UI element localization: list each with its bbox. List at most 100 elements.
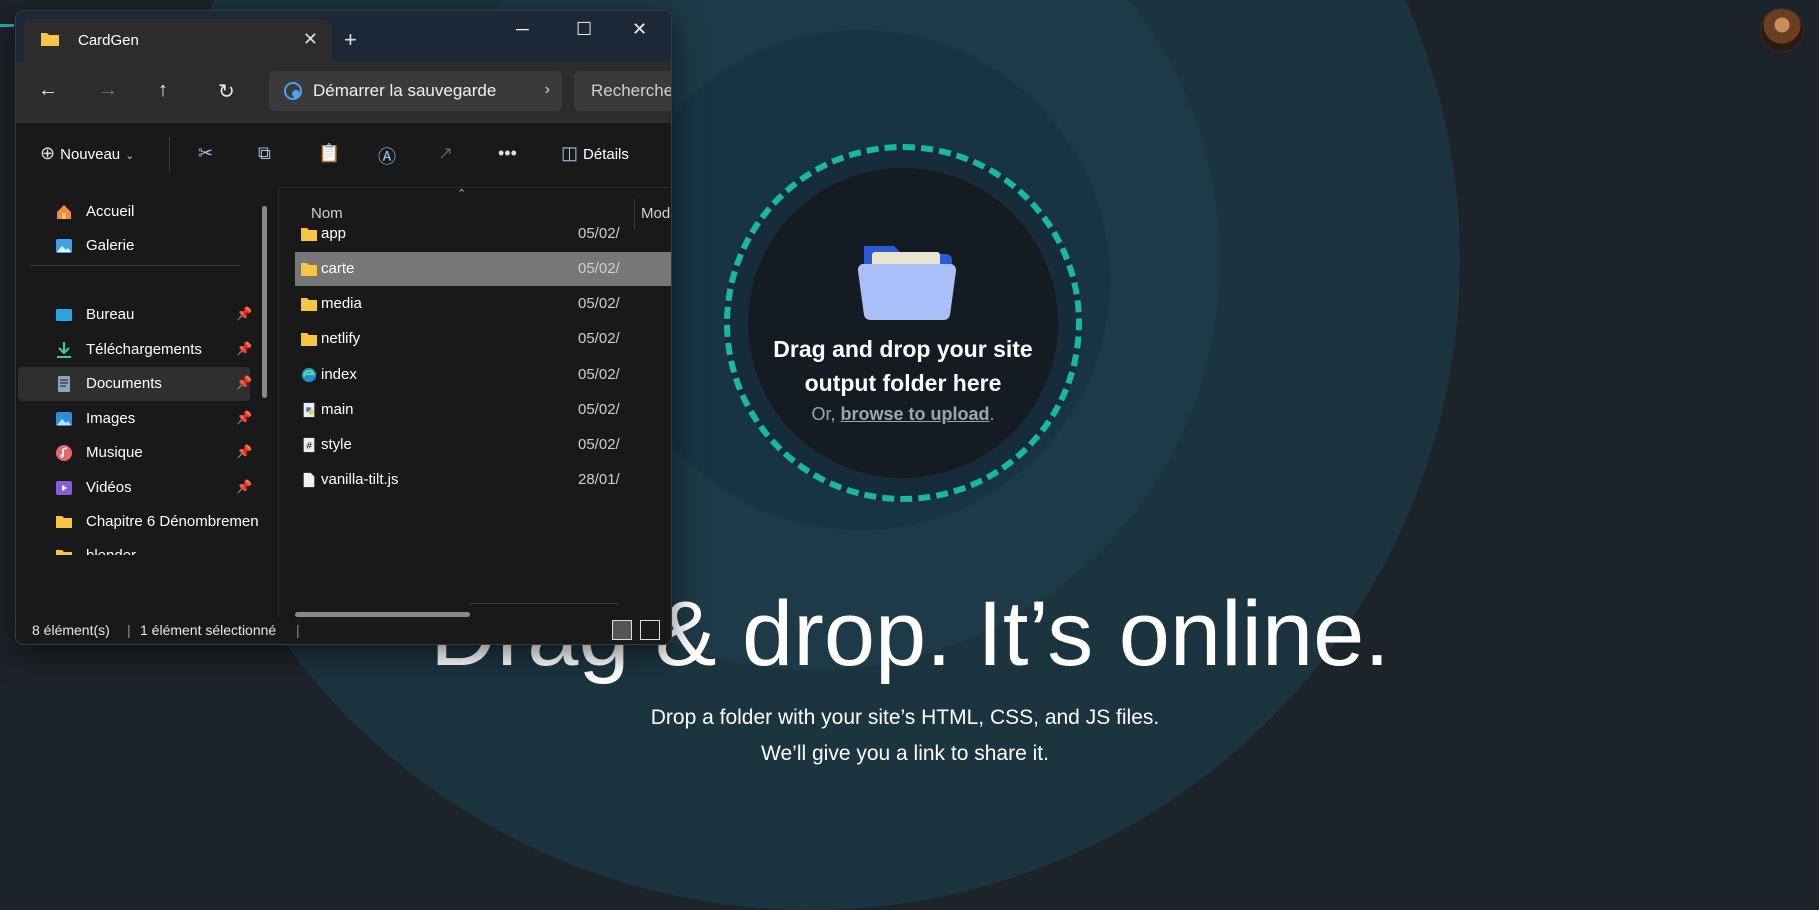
sidebar-item-label: Bureau xyxy=(86,306,135,323)
file-row-app[interactable]: app 05/02/ xyxy=(295,217,671,251)
new-tab-button[interactable]: + xyxy=(344,27,357,53)
home-icon xyxy=(57,205,71,219)
sidebar-item-label: Documents xyxy=(86,375,162,392)
command-toolbar: ⊕ Nouveau ⌄ ✂ ⧉ 📋 Ⓐ ↗ ••• ◫ Détails xyxy=(16,123,671,188)
file-list: Nom ⌃ Modifi app 05/02/ carte 05/02/ med… xyxy=(279,187,671,617)
pin-icon[interactable]: 📌 xyxy=(236,410,252,426)
documents-icon xyxy=(58,376,70,392)
sidebar-item-label: Téléchargements xyxy=(86,341,202,358)
sidebar-item-label: Musique xyxy=(86,444,143,461)
sidebar-item-images[interactable]: Images 📌 xyxy=(18,402,252,436)
details-button[interactable]: ◫ Détails xyxy=(561,143,629,164)
status-divider: | xyxy=(127,622,131,638)
desktop-icon xyxy=(56,309,72,321)
file-row-vanilla-tilt[interactable]: vanilla-tilt.js 28/01/ xyxy=(295,463,671,497)
period-text: . xyxy=(989,404,995,424)
rename-icon[interactable]: Ⓐ xyxy=(378,143,396,169)
sidebar-item-blender[interactable]: blender xyxy=(18,539,250,555)
sidebar-item-telechargements[interactable]: Téléchargements 📌 xyxy=(18,333,252,367)
drop-zone-inner: Drag and drop your site output folder he… xyxy=(748,168,1058,478)
details-button-label: Détails xyxy=(583,146,629,163)
hero-subtitle-line1: Drop a folder with your site’s HTML, CSS… xyxy=(650,706,1160,729)
sidebar-item-documents[interactable]: Documents 📌 xyxy=(18,367,252,401)
folder-icon xyxy=(301,298,317,311)
hero-subtitle: Drop a folder with your site’s HTML, CSS… xyxy=(560,700,1250,772)
file-date: 05/02/ xyxy=(578,295,620,312)
sidebar-item-bureau[interactable]: Bureau 📌 xyxy=(18,298,252,332)
folder-icon xyxy=(301,333,317,346)
minimize-button[interactable]: ─ xyxy=(516,19,529,40)
file-row-media[interactable]: media 05/02/ xyxy=(295,287,671,321)
file-date: 05/02/ xyxy=(578,436,620,453)
cut-icon[interactable]: ✂ xyxy=(198,143,213,164)
file-date: 05/02/ xyxy=(578,225,620,242)
sidebar-item-musique[interactable]: Musique 📌 xyxy=(18,436,252,470)
close-button[interactable]: ✕ xyxy=(632,19,647,40)
sidebar-item-label: Vidéos xyxy=(86,479,132,496)
new-button-label: Nouveau xyxy=(60,146,121,163)
folder-icon xyxy=(41,33,59,46)
pin-icon[interactable]: 📌 xyxy=(236,479,252,495)
status-bar: 8 élément(s) | 1 élément sélectionné | xyxy=(16,617,671,644)
sort-ascending-icon: ⌃ xyxy=(457,188,467,200)
maximize-button[interactable]: ☐ xyxy=(576,19,592,40)
drop-zone-title-line2: output folder here xyxy=(804,370,1002,396)
tab-close-icon[interactable]: ✕ xyxy=(303,29,318,50)
file-date: 05/02/ xyxy=(578,260,620,277)
sidebar-item-videos[interactable]: Vidéos 📌 xyxy=(18,471,252,505)
address-bar[interactable]: Démarrer la sauvegarde › xyxy=(269,71,562,111)
up-arrow-icon[interactable]: ↑ xyxy=(158,79,168,102)
search-box[interactable]: Rechercher d xyxy=(574,71,672,111)
file-name: vanilla-tilt.js xyxy=(321,471,399,488)
pin-icon[interactable]: 📌 xyxy=(236,341,252,357)
folder-icon xyxy=(301,263,317,276)
address-text: Démarrer la sauvegarde xyxy=(313,81,497,100)
pictures-icon xyxy=(56,412,72,426)
more-options-icon[interactable]: ••• xyxy=(498,143,517,164)
file-row-netlify[interactable]: netlify 05/02/ xyxy=(295,322,671,356)
folder-illustration-icon xyxy=(858,246,957,321)
details-view-icon[interactable] xyxy=(612,620,632,640)
folder-icon xyxy=(56,516,72,528)
pin-icon[interactable]: 📌 xyxy=(236,444,252,460)
file-row-carte[interactable]: carte 05/02/ xyxy=(295,252,671,286)
copy-icon[interactable]: ⧉ xyxy=(258,143,271,164)
tab-cardgen[interactable]: CardGen ✕ xyxy=(24,19,332,61)
chevron-right-icon[interactable]: › xyxy=(545,81,550,99)
pin-icon[interactable]: 📌 xyxy=(236,375,252,391)
forward-arrow-icon[interactable]: → xyxy=(98,79,118,102)
refresh-icon[interactable]: ↻ xyxy=(218,79,235,104)
status-divider: | xyxy=(296,622,300,638)
or-text: Or, xyxy=(811,404,841,424)
file-row-style[interactable]: # style 05/02/ xyxy=(295,428,671,462)
edge-html-icon xyxy=(301,367,317,383)
horizontal-scroll-track xyxy=(469,603,619,604)
sidebar-item-label: Chapitre 6 Dénombremen xyxy=(86,513,259,530)
gallery-icon xyxy=(56,239,72,253)
folder-icon xyxy=(56,550,72,555)
selection-count: 1 élément sélectionné xyxy=(140,622,277,638)
sidebar-item-accueil[interactable]: Accueil xyxy=(18,195,250,229)
details-pane-icon: ◫ xyxy=(561,143,579,163)
back-arrow-icon[interactable]: ← xyxy=(38,79,58,102)
sidebar-item-chapitre-6[interactable]: Chapitre 6 Dénombremen xyxy=(18,505,259,539)
sidebar-scrollbar[interactable] xyxy=(262,206,267,398)
drop-zone-title: Drag and drop your site output folder he… xyxy=(758,332,1048,400)
search-placeholder: Rechercher d xyxy=(591,81,672,100)
new-button[interactable]: ⊕ Nouveau ⌄ xyxy=(40,143,134,164)
user-avatar[interactable] xyxy=(1760,8,1804,52)
svg-text:#: # xyxy=(305,442,312,452)
file-row-main[interactable]: main 05/02/ xyxy=(295,393,671,427)
pin-icon[interactable]: 📌 xyxy=(236,306,252,322)
sidebar-item-galerie[interactable]: Galerie xyxy=(18,229,250,263)
title-bar: CardGen ✕ + ─ ☐ ✕ xyxy=(16,11,671,61)
share-icon[interactable]: ↗ xyxy=(438,143,453,164)
file-row-index[interactable]: index 05/02/ xyxy=(295,358,671,392)
drop-zone[interactable]: Drag and drop your site output folder he… xyxy=(724,144,1082,502)
paste-icon[interactable]: 📋 xyxy=(318,143,340,164)
file-name: style xyxy=(321,436,352,453)
browse-to-upload-link[interactable]: browse to upload xyxy=(840,404,989,424)
sidebar-item-label: blender xyxy=(86,547,136,555)
chevron-down-icon: ⌄ xyxy=(125,150,135,162)
large-icons-view-icon[interactable] xyxy=(640,620,660,640)
